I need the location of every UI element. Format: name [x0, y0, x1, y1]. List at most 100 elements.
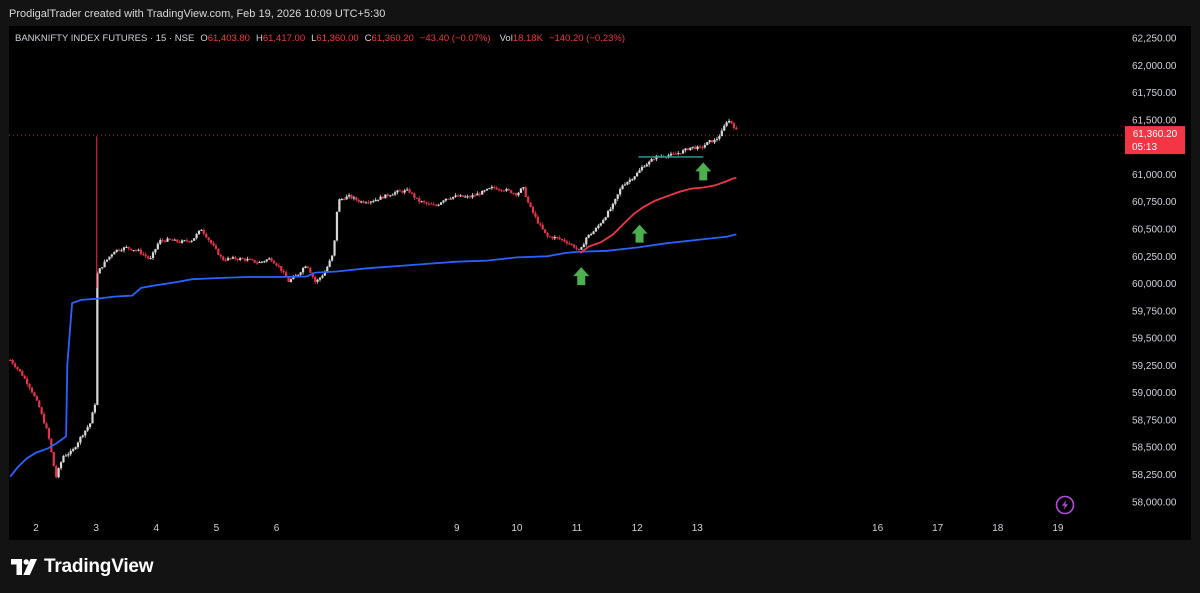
- candle: [527, 195, 530, 204]
- candle: [514, 192, 518, 198]
- candle: [471, 193, 474, 200]
- vwap-line-1: [579, 176, 737, 254]
- candle: [156, 242, 159, 251]
- candle: [275, 262, 278, 267]
- candle: [476, 191, 479, 196]
- candle: [234, 255, 237, 261]
- candle: [374, 197, 377, 202]
- candle: [98, 267, 101, 274]
- y-tick-label: 59,000.00: [1132, 388, 1177, 399]
- candle: [389, 194, 392, 198]
- candle: [67, 452, 70, 458]
- y-tick-label: 62,000.00: [1132, 61, 1177, 72]
- candle: [338, 198, 341, 212]
- candle: [101, 267, 104, 270]
- candle: [585, 236, 588, 247]
- tradingview-logo[interactable]: TradingView: [11, 556, 154, 578]
- candle: [565, 239, 568, 246]
- candle: [357, 198, 360, 204]
- candle: [255, 260, 259, 265]
- time-axis[interactable]: 2 3 4 5 6 9 10 11 12 13 16 17 18 19: [33, 523, 1064, 534]
- candle: [81, 434, 84, 439]
- candle: [539, 221, 542, 228]
- candle: [149, 255, 152, 260]
- candle: [420, 200, 423, 203]
- x-tick-label: 5: [214, 523, 220, 534]
- x-tick-label: 9: [454, 523, 460, 534]
- candle: [316, 278, 319, 284]
- candle: [197, 230, 201, 236]
- candle: [21, 369, 24, 377]
- price-axis[interactable]: 58,000.00 58,250.00 58,500.00 58,750.00 59,0…: [1132, 34, 1177, 509]
- candle: [459, 194, 462, 197]
- candle: [176, 239, 179, 244]
- candle: [180, 239, 184, 244]
- y-tick-label: 58,250.00: [1132, 470, 1177, 481]
- candle: [606, 209, 610, 218]
- candle: [452, 196, 455, 201]
- candle: [113, 251, 116, 255]
- y-tick-label: 59,750.00: [1132, 306, 1177, 317]
- candle: [270, 257, 273, 263]
- candle: [544, 229, 547, 234]
- candle: [347, 193, 351, 199]
- last-price-value: 61,360.20: [1133, 129, 1178, 140]
- candle: [546, 232, 549, 239]
- candle: [645, 162, 648, 167]
- y-tick-label: 60,500.00: [1132, 224, 1177, 235]
- candle: [251, 258, 254, 261]
- candle: [575, 245, 578, 251]
- candle: [137, 248, 140, 252]
- x-tick-label: 3: [93, 523, 99, 534]
- candle: [691, 146, 694, 150]
- candle: [314, 275, 317, 284]
- y-tick-label: 61,750.00: [1132, 88, 1177, 99]
- candle: [720, 128, 723, 137]
- x-tick-label: 2: [33, 523, 39, 534]
- candle: [473, 193, 477, 198]
- candle: [214, 243, 218, 250]
- candle: [406, 187, 409, 191]
- candle: [672, 151, 675, 155]
- candle: [430, 202, 433, 205]
- candle: [265, 259, 268, 263]
- candle: [372, 199, 375, 204]
- candlestick-chart[interactable]: 58,000.00 58,250.00 58,500.00 58,750.00 59,0…: [9, 26, 1191, 540]
- candle: [696, 145, 699, 151]
- x-tick-label: 10: [511, 523, 523, 534]
- candle: [541, 222, 544, 230]
- candle: [626, 181, 629, 186]
- candle: [64, 453, 67, 457]
- candle: [512, 192, 515, 195]
- vwap-lines: [9, 176, 737, 478]
- candle: [723, 124, 726, 132]
- candle: [30, 386, 34, 394]
- candle: [183, 239, 186, 242]
- candle: [548, 235, 552, 238]
- candle: [485, 188, 489, 191]
- y-tick-label: 61,000.00: [1132, 170, 1177, 181]
- vwap-line-0: [9, 233, 737, 478]
- candle: [602, 218, 605, 224]
- candle: [33, 391, 36, 397]
- candle: [563, 238, 566, 243]
- candle: [306, 266, 310, 269]
- candle: [558, 235, 561, 241]
- candle: [611, 202, 614, 212]
- chart-pane[interactable]: 58,000.00 58,250.00 58,500.00 58,750.00 59,0…: [9, 26, 1191, 540]
- candle: [91, 411, 94, 424]
- candle: [468, 194, 472, 199]
- candle: [655, 154, 658, 162]
- candle: [442, 199, 445, 204]
- candle: [147, 255, 150, 260]
- lightning-icon[interactable]: [1055, 495, 1075, 515]
- candle: [62, 454, 65, 463]
- candle: [96, 271, 99, 406]
- candle: [713, 138, 716, 145]
- high-value: 61,417.00: [263, 33, 305, 44]
- candle: [268, 257, 271, 260]
- candle: [643, 165, 646, 168]
- candle: [154, 248, 157, 255]
- candle: [352, 195, 355, 201]
- candle: [701, 145, 704, 150]
